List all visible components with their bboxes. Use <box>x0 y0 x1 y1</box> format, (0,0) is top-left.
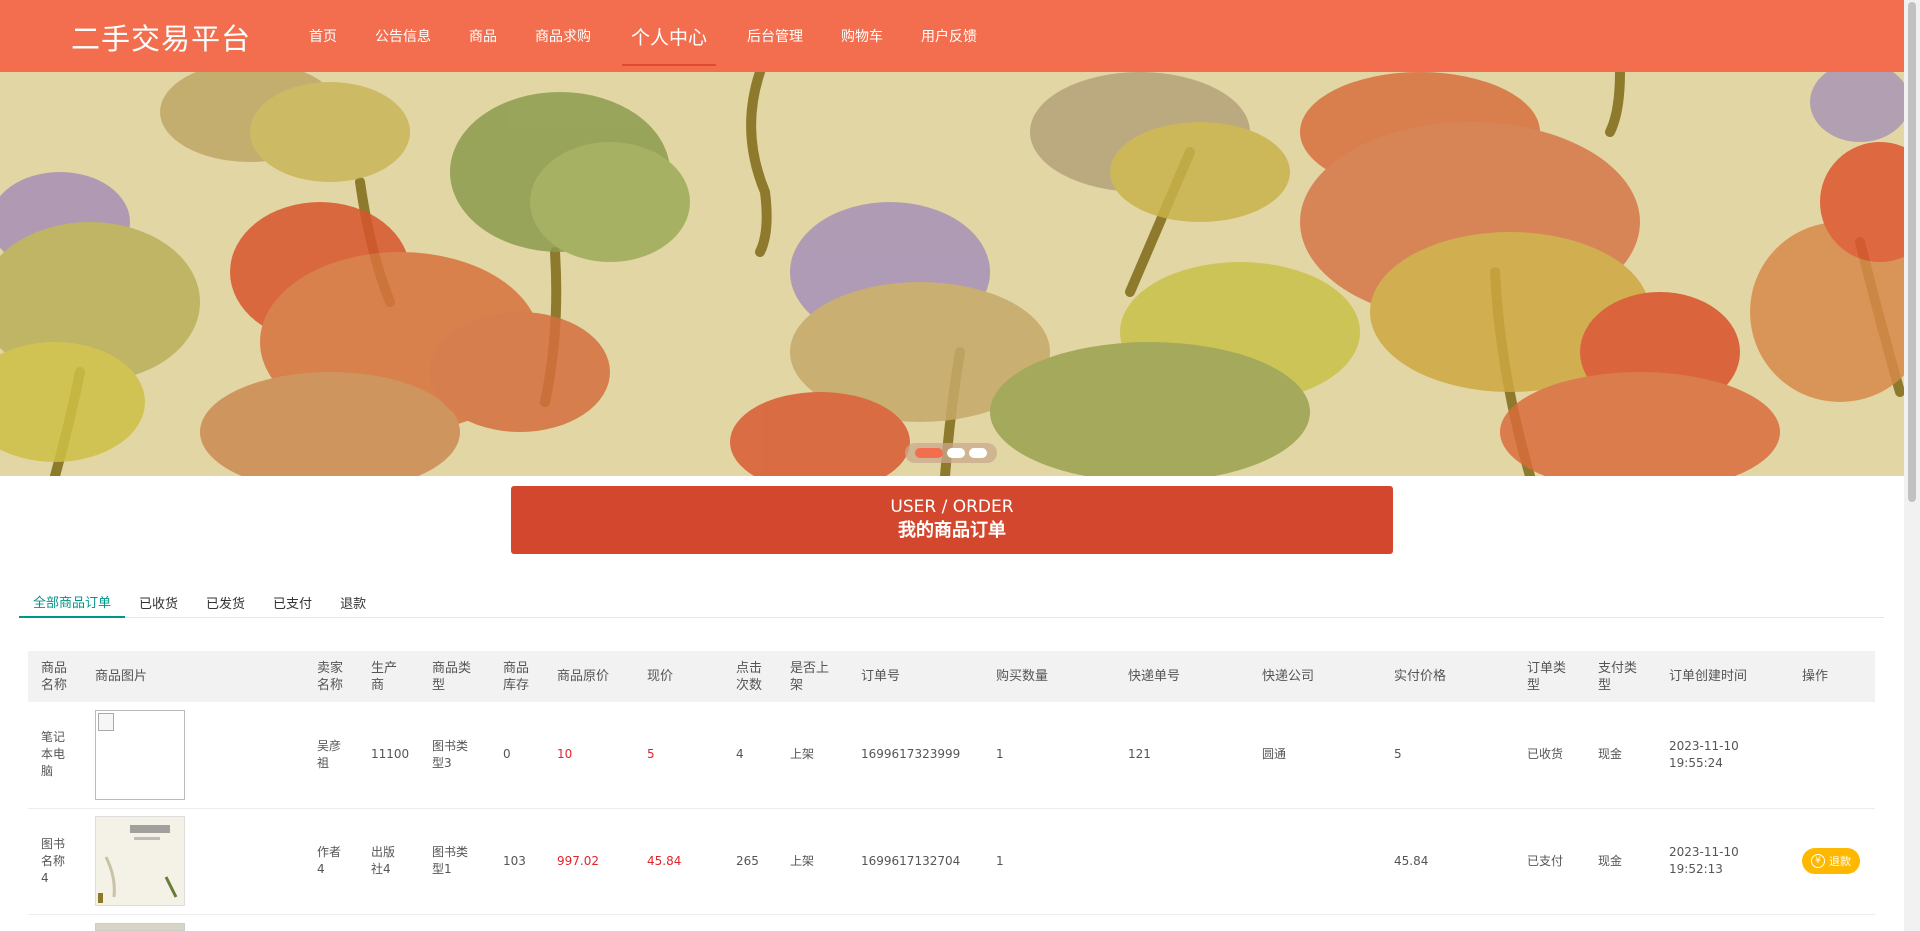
cell-clicks: 265 <box>736 853 759 868</box>
section-title-en: USER / ORDER <box>890 497 1014 517</box>
yen-coin-icon: ¥ <box>1811 854 1825 868</box>
cell-seller: 作者4 <box>317 845 342 876</box>
tab-paid[interactable]: 已支付 <box>259 586 326 618</box>
book-cover-icon <box>96 817 184 905</box>
goods-image-broken[interactable] <box>95 709 185 800</box>
section-title-banner: USER / ORDER 我的商品订单 <box>511 486 1393 554</box>
cell-stock: 0 <box>503 747 511 762</box>
cell-goods-image <box>82 808 304 914</box>
refund-button[interactable]: ¥ 退款 <box>1802 848 1860 874</box>
cell-tracking-no: 121 <box>1128 747 1151 762</box>
column-header: 生产商 <box>371 660 398 693</box>
cell-pay-type: 现金 <box>1598 747 1623 762</box>
column-header: 商品图片 <box>95 669 148 684</box>
nav-item-wanted[interactable]: 商品求购 <box>516 0 610 72</box>
nav-item-user-center[interactable]: 个人中心 <box>622 0 717 72</box>
cell-created-time: 2023-11-10 19:55:24 <box>1669 738 1739 770</box>
column-header: 购买数量 <box>996 669 1049 684</box>
table-row: 笔记本电脑 吴彦祖 11100 图书类型3 0 10 5 4 上架 169961… <box>28 702 1875 808</box>
cell-order-type: 已支付 <box>1527 853 1564 868</box>
column-header: 点击次数 <box>736 660 763 693</box>
cell-stock: 103 <box>503 853 526 868</box>
cell-courier <box>1249 808 1381 914</box>
cell-on-shelf: 上架 <box>790 853 815 868</box>
nav-item-home[interactable]: 首页 <box>290 0 356 72</box>
column-header: 实付价格 <box>1394 669 1447 684</box>
column-header: 商品原价 <box>557 669 610 684</box>
cell-actions: ¥ 退款 <box>1789 808 1875 914</box>
section-title-cn: 我的商品订单 <box>898 520 1006 541</box>
column-header: 快递公司 <box>1262 669 1315 684</box>
cell-paid-price: 45.84 <box>1394 853 1429 868</box>
orders-table: 商品名称 商品图片 卖家名称 生产商 商品类型 商品库存 商品原价 现价 点击次… <box>28 651 1875 915</box>
orders-table-wrapper: 商品名称 商品图片 卖家名称 生产商 商品类型 商品库存 商品原价 现价 点击次… <box>28 651 1875 915</box>
carousel-dot-3[interactable] <box>969 448 987 458</box>
column-header: 操作 <box>1802 669 1829 684</box>
page: 二手交易平台 首页 公告信息 商品 商品求购 个人中心 后台管理 购物车 用户反… <box>0 0 1920 931</box>
nav-item-notice[interactable]: 公告信息 <box>356 0 450 72</box>
cell-order-no: 1699617132704 <box>861 853 961 868</box>
column-header: 商品类型 <box>432 660 472 693</box>
cell-order-no: 1699617323999 <box>861 747 961 762</box>
column-header: 订单号 <box>861 669 901 684</box>
carousel-dot-1[interactable] <box>915 448 943 458</box>
refund-button-label: 退款 <box>1829 854 1851 868</box>
cell-seller: 吴彦祖 <box>317 738 342 770</box>
column-header: 订单创建时间 <box>1669 669 1748 684</box>
nav-item-cart[interactable]: 购物车 <box>822 0 902 72</box>
table-row: 图书名称4 作者4 出版社4 图书类型1 103 997.02 45.84 26… <box>28 808 1875 914</box>
order-status-tabs: 全部商品订单 已收货 已发货 已支付 退款 <box>19 586 1884 618</box>
cell-original-price: 997.02 <box>557 853 599 868</box>
cell-created-time: 2023-11-10 19:52:13 <box>1669 845 1739 876</box>
tab-all-orders[interactable]: 全部商品订单 <box>19 586 126 618</box>
tab-received[interactable]: 已收货 <box>125 586 192 618</box>
banner-carousel[interactable] <box>0 72 1904 476</box>
column-header: 快递单号 <box>1128 669 1181 684</box>
carousel-dot-2[interactable] <box>947 448 965 458</box>
site-brand[interactable]: 二手交易平台 <box>71 16 251 58</box>
tab-refund[interactable]: 退款 <box>326 586 380 618</box>
main-nav: 首页 公告信息 商品 商品求购 个人中心 后台管理 购物车 用户反馈 <box>290 0 996 72</box>
table-header-row: 商品名称 商品图片 卖家名称 生产商 商品类型 商品库存 商品原价 现价 点击次… <box>28 651 1875 702</box>
cell-paid-price: 5 <box>1394 747 1402 762</box>
next-row-image-partial <box>95 923 185 931</box>
column-header: 卖家名称 <box>317 660 344 693</box>
nav-item-goods[interactable]: 商品 <box>450 0 516 72</box>
cell-order-type: 已收货 <box>1527 747 1564 762</box>
cell-maker: 出版社4 <box>371 845 396 876</box>
page-scrollbar[interactable] <box>1904 0 1920 931</box>
cell-courier: 圆通 <box>1262 747 1287 762</box>
cell-tracking-no <box>1115 808 1249 914</box>
scrollbar-thumb[interactable] <box>1908 2 1916 502</box>
cell-goods-image <box>82 702 304 808</box>
column-header: 商品库存 <box>503 660 530 693</box>
cell-goods-name: 图书名称4 <box>41 836 66 885</box>
cell-actions <box>1789 702 1875 808</box>
cell-current-price: 45.84 <box>647 853 682 868</box>
cell-goods-type: 图书类型1 <box>432 845 469 876</box>
cell-quantity: 1 <box>996 747 1004 762</box>
goods-image-book[interactable] <box>95 816 185 906</box>
column-header: 商品名称 <box>41 660 68 693</box>
banner-tree-illustration <box>0 72 1904 476</box>
nav-item-admin[interactable]: 后台管理 <box>728 0 822 72</box>
cell-quantity: 1 <box>996 853 1004 868</box>
top-navbar: 二手交易平台 首页 公告信息 商品 商品求购 个人中心 后台管理 购物车 用户反… <box>0 0 1904 72</box>
tab-shipped[interactable]: 已发货 <box>192 586 259 618</box>
column-header: 订单类型 <box>1527 660 1567 693</box>
cell-maker: 11100 <box>371 747 410 762</box>
column-header: 支付类型 <box>1598 660 1638 693</box>
cell-current-price: 5 <box>647 747 655 762</box>
cell-goods-name: 笔记本电脑 <box>41 730 66 779</box>
carousel-indicators <box>905 443 997 463</box>
cell-clicks: 4 <box>736 747 744 762</box>
cell-pay-type: 现金 <box>1598 853 1623 868</box>
cell-goods-type: 图书类型3 <box>432 738 469 770</box>
cell-on-shelf: 上架 <box>790 747 815 762</box>
cell-original-price: 10 <box>557 747 573 762</box>
column-header: 是否上架 <box>790 660 830 693</box>
nav-item-feedback[interactable]: 用户反馈 <box>902 0 996 72</box>
column-header: 现价 <box>647 669 674 684</box>
